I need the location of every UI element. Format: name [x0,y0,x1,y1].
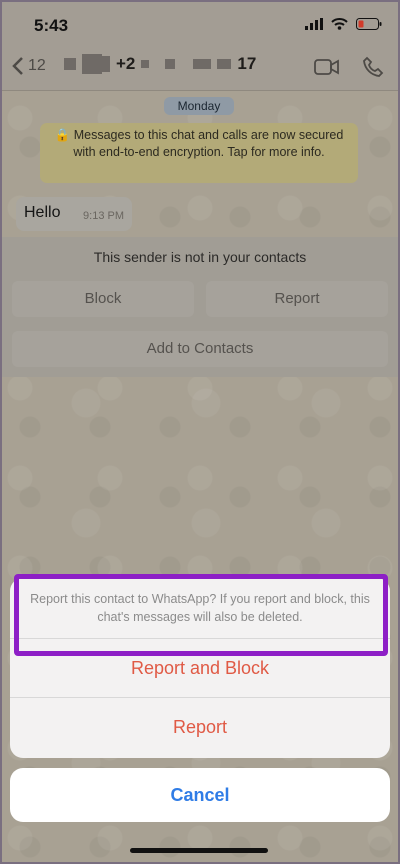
message-text: Hello [24,204,61,221]
lock-icon: 🔒 [54,128,74,142]
chevron-left-icon [12,57,23,75]
highlight-box [14,574,388,656]
sheet-report-button[interactable]: Report [10,697,390,756]
video-call-icon[interactable] [314,58,340,76]
signal-icon [305,18,323,30]
status-icons [305,18,382,30]
add-to-contacts-button[interactable]: Add to Contacts [12,331,388,367]
back-count: 12 [28,57,46,74]
block-button[interactable]: Block [12,281,194,317]
redacted-block [141,60,150,68]
redacted-block [193,59,212,69]
unknown-sender-note: This sender is not in your contacts [93,249,307,265]
encryption-notice-text: Messages to this chat and calls are now … [73,128,344,159]
back-button[interactable]: 12 [12,56,46,76]
unknown-sender-panel: This sender is not in your contacts Bloc… [2,237,398,377]
cancel-button[interactable]: Cancel [10,768,390,822]
status-bar: 5:43 [2,2,398,46]
redacted-block [64,58,76,70]
redacted-block [217,59,232,69]
report-button[interactable]: Report [206,281,388,317]
redacted-block [82,54,102,74]
header-actions [314,56,384,78]
message-time: 9:13 PM [83,210,124,222]
home-indicator [130,848,268,853]
contact-info[interactable]: +2 17 [64,54,256,74]
wifi-icon [331,18,348,30]
phone-call-icon[interactable] [362,56,384,78]
message-bubble[interactable]: Hello 9:13 PM [16,197,132,231]
encryption-notice[interactable]: 🔒 Messages to this chat and calls are no… [40,123,358,183]
date-badge: Monday [164,97,234,115]
contact-name-suffix: 17 [237,54,257,73]
redacted-block [102,56,110,72]
contact-name-partial: +2 [116,54,136,73]
redacted-block [165,59,176,69]
chat-header: 12 +2 17 [2,46,398,91]
status-time: 5:43 [34,16,69,35]
battery-icon [356,18,382,30]
screen: 5:43 12 +2 17 Monday 🔒 Messages to this … [2,2,398,862]
